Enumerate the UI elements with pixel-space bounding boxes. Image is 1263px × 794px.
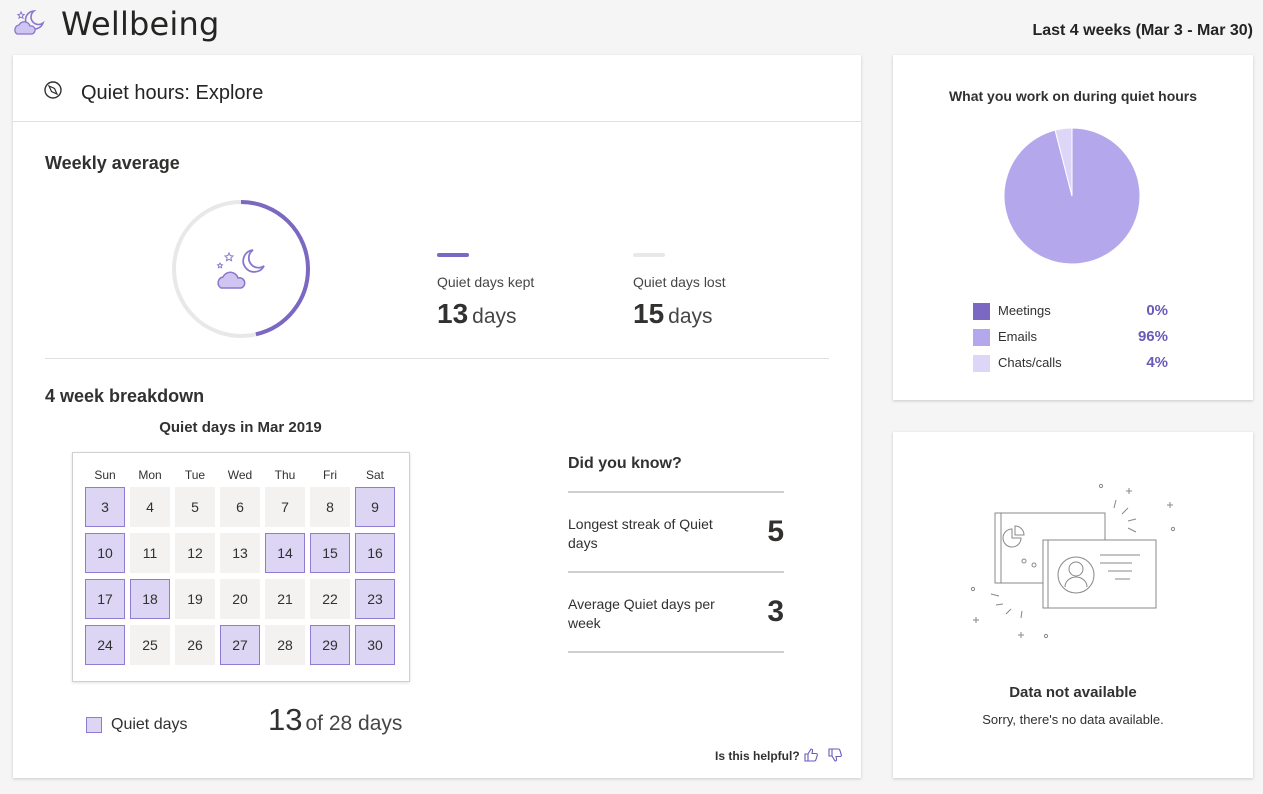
lost-label: Quiet days lost [633,274,726,290]
meetings-swatch [973,303,990,320]
weekday-label: Tue [184,468,206,482]
weekday-label: Wed [227,468,253,482]
top-bar: Wellbeing Last 4 weeks (Mar 3 - Mar 30) [0,0,1263,52]
kept-legend-bar [437,253,469,257]
dyk-divider [568,491,784,493]
weekday-label: Sun [94,468,116,482]
no-data-title: Data not available [1009,684,1137,701]
calendar-title: Quiet days in Mar 2019 [159,419,322,436]
legend-emails: Emails 96% [973,328,1173,346]
calendar-day: 6 [220,487,260,527]
dyk-divider [568,651,784,653]
quiet-days-ring [171,199,311,339]
calendar-day: 4 [130,487,170,527]
calendar-day: 22 [310,579,350,619]
legend-meetings: Meetings 0% [973,302,1173,320]
calendar-day: 20 [220,579,260,619]
lost-count: 15 [633,298,665,329]
calendar-day-quiet: 15 [310,533,350,573]
calendar-day-quiet: 18 [130,579,170,619]
calendar-day-quiet: 29 [310,625,350,665]
feedback-label: Is this helpful? [715,749,800,763]
no-data-message: Sorry, there's no data available. [982,712,1164,727]
breakdown-heading: 4 week breakdown [45,386,205,406]
chats-calls-swatch [973,355,990,372]
calendar-day-quiet: 30 [355,625,395,665]
longest-streak-value: 5 [767,515,784,548]
weekly-average-heading: Weekly average [45,153,180,173]
calendar-day: 13 [220,533,260,573]
lost-unit: days [668,305,713,328]
calendar-day-quiet: 27 [220,625,260,665]
lost-legend-bar [633,253,665,257]
quiet-days-calendar: Sun Mon Tue Wed Thu Fri Sat 3 4 5 6 7 8 9 10 11 12 13 14 15… [72,452,410,682]
average-quiet-days-label: Average Quiet days per week [568,596,715,631]
meetings-percent: 0% [1146,302,1168,319]
average-quiet-days-value: 3 [767,595,784,628]
calendar-day: 7 [265,487,305,527]
pie-title: What you work on during quiet hours [948,88,1198,104]
weekday-label: Fri [323,468,337,482]
summary-rest: of 28 days [305,712,403,735]
quiet-hours-work-card: What you work on during quiet hours Meet… [893,55,1253,400]
calendar-day-quiet: 23 [355,579,395,619]
emails-swatch [973,329,990,346]
calendar-day: 28 [265,625,305,665]
calendar-day-quiet: 17 [85,579,125,619]
quiet-days-kept: Quiet days kept 13 days [437,253,534,329]
emails-label: Emails [998,329,1038,344]
work-pie-chart [1003,127,1141,265]
calendar-day: 11 [130,533,170,573]
calendar-day-quiet: 3 [85,487,125,527]
did-you-know-heading: Did you know? [568,455,682,472]
legend-chats-calls: Chats/calls 4% [973,354,1173,372]
compass-icon [44,81,62,99]
app-title: Wellbeing [61,5,220,43]
kept-value: 13 days [437,298,517,330]
thumbs-down-icon[interactable] [827,747,843,763]
weekday-label: Sat [365,468,384,482]
quiet-hours-card: Quiet hours: Explore Weekly average Quie… [13,55,861,778]
quiet-days-swatch [86,717,102,733]
section-divider [45,358,829,359]
weekday-label: Mon [138,468,162,482]
calendar-day: 12 [175,533,215,573]
calendar-day-quiet: 24 [85,625,125,665]
date-range: Last 4 weeks (Mar 3 - Mar 30) [1032,22,1253,39]
moon-cloud-icon [216,249,265,289]
dyk-divider [568,571,784,573]
card-title: Quiet hours: Explore [81,82,264,104]
emails-percent: 96% [1137,328,1168,345]
longest-streak-label: Longest streak of Quiet days [568,516,713,551]
quiet-days-lost: Quiet days lost 15 days [633,253,726,329]
moon-cloud-icon [14,10,45,35]
card-header: Quiet hours: Explore [13,55,861,122]
no-data-card: Data not available Sorry, there's no dat… [893,432,1253,778]
calendar-day-quiet: 16 [355,533,395,573]
chats-calls-percent: 4% [1146,354,1168,371]
calendar-day: 21 [265,579,305,619]
lost-value: 15 days [633,298,713,330]
thumbs-up-icon[interactable] [803,747,819,763]
meetings-label: Meetings [998,303,1051,318]
calendar-day-quiet: 14 [265,533,305,573]
calendar-day-quiet: 10 [85,533,125,573]
calendar-day: 26 [175,625,215,665]
weekday-label: Thu [274,468,296,482]
quiet-days-legend-label: Quiet days [111,716,188,733]
summary-count: 13 [268,702,303,737]
kept-unit: days [472,305,517,328]
calendar-day: 8 [310,487,350,527]
quiet-days-summary: 13 of 28 days [268,702,402,738]
kept-count: 13 [437,298,469,329]
calendar-day: 25 [130,625,170,665]
empty-data-illustration [970,483,1176,639]
chats-calls-label: Chats/calls [998,355,1062,370]
calendar-day: 19 [175,579,215,619]
calendar-day: 5 [175,487,215,527]
kept-label: Quiet days kept [437,274,535,290]
calendar-day-quiet: 9 [355,487,395,527]
